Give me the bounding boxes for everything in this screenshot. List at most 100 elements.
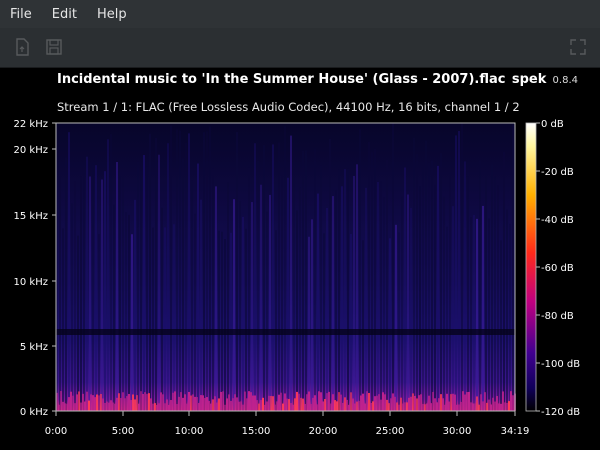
open-file-icon[interactable] bbox=[12, 37, 32, 57]
spectrogram-low-energy bbox=[426, 403, 428, 411]
db-axis: 0 dB -20 dB -40 dB -60 dB -80 dB -100 dB… bbox=[536, 119, 580, 418]
spectrogram-low-energy bbox=[336, 401, 338, 411]
menu-edit[interactable]: Edit bbox=[46, 7, 83, 22]
spectrogram-streak bbox=[407, 194, 409, 411]
spectrogram-low-energy bbox=[466, 392, 468, 411]
spectrogram-streak bbox=[476, 218, 478, 411]
spectrogram-streak bbox=[422, 165, 424, 411]
spectrogram-low-energy bbox=[382, 392, 384, 411]
spectrogram-low-energy bbox=[496, 396, 498, 411]
spectrogram-streak bbox=[230, 232, 232, 411]
spectrogram-streak bbox=[320, 165, 322, 411]
spectrogram-low-energy bbox=[198, 403, 200, 411]
spectrogram-low-energy bbox=[446, 393, 448, 411]
spectrogram-low-energy bbox=[488, 399, 490, 411]
spectrogram-low-energy bbox=[312, 397, 314, 411]
spectrogram-streak bbox=[467, 176, 469, 411]
spectrogram-low-energy bbox=[452, 393, 454, 411]
spectrogram-streak bbox=[428, 162, 430, 411]
spectrogram-low-energy bbox=[140, 391, 142, 411]
spectrogram-streak bbox=[425, 140, 427, 411]
menu-help[interactable]: Help bbox=[91, 7, 133, 22]
spectrogram-low-energy bbox=[170, 400, 172, 411]
spectrogram-low-energy bbox=[186, 403, 188, 411]
spectrogram-low-energy bbox=[212, 399, 214, 411]
spectrogram-band bbox=[56, 329, 515, 335]
spectrogram-streak bbox=[389, 238, 391, 411]
spectrogram-streak bbox=[311, 219, 313, 411]
spectrogram-low-energy bbox=[242, 404, 244, 411]
db-tick-label: -20 dB bbox=[541, 167, 574, 178]
spectrogram-low-energy bbox=[420, 394, 422, 411]
spectrogram-streak bbox=[449, 173, 451, 411]
spectrogram-low-energy bbox=[354, 403, 356, 411]
spectrogram-low-energy bbox=[224, 404, 226, 411]
spectrogram-streak bbox=[203, 132, 205, 411]
spectrogram-streak bbox=[296, 210, 298, 411]
spectrogram-streak bbox=[281, 171, 283, 411]
spectrogram-low-energy bbox=[428, 395, 430, 411]
spectrogram-streak bbox=[317, 193, 319, 411]
spectrogram-low-energy bbox=[180, 392, 182, 411]
spectrogram-streak bbox=[287, 177, 289, 411]
fullscreen-icon[interactable] bbox=[568, 37, 588, 57]
spectrogram-low-energy bbox=[506, 402, 508, 411]
spectrogram-streak bbox=[365, 187, 367, 411]
spectrogram-low-energy bbox=[314, 395, 316, 411]
spectrogram-streak bbox=[170, 125, 172, 411]
spectrogram-low-energy bbox=[88, 400, 90, 411]
spectrogram-low-energy bbox=[90, 394, 92, 411]
spectrogram-streak bbox=[368, 141, 370, 411]
spectrogram-low-energy bbox=[388, 403, 390, 411]
spectrogram-low-energy bbox=[124, 398, 126, 411]
spectrogram-low-energy bbox=[158, 403, 160, 411]
spectrogram-low-energy bbox=[168, 404, 170, 411]
save-icon[interactable] bbox=[44, 37, 64, 57]
spectrogram-streak bbox=[245, 228, 247, 411]
spectrogram-streak bbox=[452, 206, 454, 411]
spectrogram-low-energy bbox=[374, 396, 376, 411]
spectrogram-low-energy bbox=[508, 401, 510, 411]
spectrogram-low-energy bbox=[300, 397, 302, 411]
spectrogram-low-energy bbox=[484, 392, 486, 411]
spectrogram-streak bbox=[128, 214, 130, 411]
time-axis: 0:00 5:00 10:00 15:00 20:00 25:00 30:00 … bbox=[45, 411, 529, 437]
spectrogram-streak bbox=[95, 165, 97, 411]
spectrogram-low-energy bbox=[512, 395, 514, 411]
spectrogram-low-energy bbox=[350, 392, 352, 411]
spectrogram-low-energy bbox=[366, 391, 368, 411]
spectrogram-low-energy bbox=[266, 401, 268, 411]
spectrogram-streak bbox=[98, 234, 100, 411]
spectrogram-low-energy bbox=[110, 400, 112, 411]
spectrogram-low-energy bbox=[356, 401, 358, 411]
spectrogram-low-energy bbox=[326, 393, 328, 411]
spectrogram-streak bbox=[437, 165, 439, 411]
spectrogram-streak bbox=[185, 142, 187, 411]
spectrogram-low-energy bbox=[364, 403, 366, 411]
spectrogram-low-energy bbox=[236, 397, 238, 411]
spectrogram-streak bbox=[200, 199, 202, 411]
spectrogram-low-energy bbox=[272, 396, 274, 411]
spectrogram-low-energy bbox=[288, 399, 290, 411]
spectrogram-streak bbox=[194, 213, 196, 411]
spectrogram-streak bbox=[197, 163, 199, 411]
spectrogram-streak bbox=[122, 175, 124, 411]
spectrogram-streak bbox=[227, 182, 229, 411]
spectrogram-low-energy bbox=[74, 403, 76, 411]
spectrogram-low-energy bbox=[144, 392, 146, 411]
menu-file[interactable]: File bbox=[4, 7, 38, 22]
spectrogram-low-energy bbox=[202, 395, 204, 411]
spectrogram-low-energy bbox=[82, 393, 84, 411]
spectrogram-streak bbox=[260, 184, 262, 411]
spectrogram-streak bbox=[257, 160, 259, 411]
time-tick-label: 25:00 bbox=[376, 426, 405, 437]
spectrogram-low-energy bbox=[440, 394, 442, 411]
spectrogram-low-energy bbox=[472, 403, 474, 411]
spectrogram-streak bbox=[488, 218, 490, 411]
spectrogram-low-energy bbox=[306, 394, 308, 411]
spectrogram-low-energy bbox=[206, 397, 208, 411]
spectrogram-low-energy bbox=[482, 401, 484, 411]
spectrogram-low-energy bbox=[390, 398, 392, 411]
spectrogram-low-energy bbox=[278, 394, 280, 411]
spectrogram-streak bbox=[500, 240, 502, 411]
